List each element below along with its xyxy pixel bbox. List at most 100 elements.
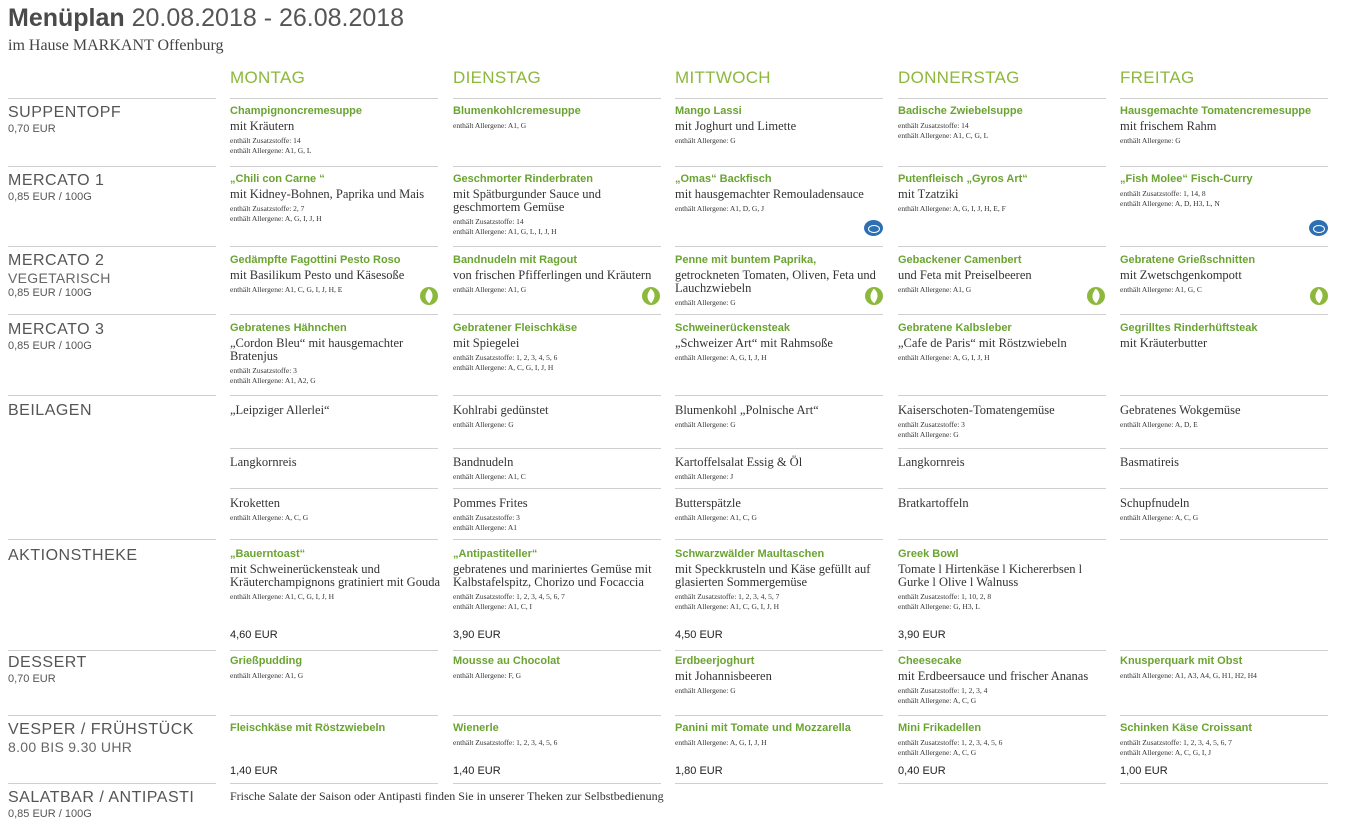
vesper-price: 1,40 EUR <box>453 765 501 777</box>
row-name: DESSERT <box>8 654 87 671</box>
day-header-3: DONNERSTAG <box>898 68 1020 87</box>
divider-line <box>453 539 661 540</box>
dish-description: mit Speckkrusteln und Käse gefüllt auf g… <box>675 562 871 589</box>
divider-line <box>898 783 1106 784</box>
dish-name: „Bauerntoast“ <box>230 548 306 560</box>
dish-note: enthält Allergene: A1, C, G, L <box>898 131 989 140</box>
dish-description: mit Spätburgunder Sauce und geschmortem … <box>453 187 602 214</box>
side-dish-cell: Langkornreis <box>898 454 1110 469</box>
divider-line <box>675 395 883 396</box>
dish-note: enthält Allergene: A1, D, G, J <box>675 204 765 213</box>
divider-line <box>675 488 883 489</box>
dish-note: enthält Zusatzstoffe: 1, 14, 8 <box>1120 189 1206 198</box>
suppentopf-cell-3: Badische Zwiebelsuppe enthält Zusatzstoff… <box>898 104 1110 141</box>
suppentopf-cell-1: Blumenkohlcremesuppe enthält Allergene: A… <box>453 104 665 131</box>
dish-name: Gebratenes Hähnchen <box>230 322 347 334</box>
divider-line <box>230 395 438 396</box>
dish-name: Panini mit Tomate und Mozzarella <box>675 722 851 734</box>
dish-note: enthält Allergene: A, C, G <box>898 696 977 705</box>
dish-note: enthält Allergene: G <box>1120 136 1181 145</box>
dish-name: Greek Bowl <box>898 548 959 560</box>
vesper-price: 1,80 EUR <box>675 765 723 777</box>
day-header-4: FREITAG <box>1120 68 1195 87</box>
dish-description: mit Erdbeersauce und frischer Ananas <box>898 669 1089 683</box>
dish-description: Tomate l Hirtenkäse l Kichererbsen l Gur… <box>898 562 1083 589</box>
divider-line <box>1120 246 1328 247</box>
divider-line <box>8 715 216 716</box>
dish-description: Blumenkohl „Polnische Art“ <box>675 403 819 417</box>
leaf-icon <box>1310 287 1328 305</box>
mercato3-cell-0: Gebratenes Hähnchen „Cordon Bleu“ mit hau… <box>230 321 442 386</box>
side-dish-cell: Butterspätzle enthält Allergene: A1, C, G <box>675 495 887 523</box>
dish-note: enthält Zusatzstoffe: 14 <box>898 121 969 130</box>
row-label-dessert: DESSERT 0,70 EUR <box>8 654 87 685</box>
dish-name: „Fish Molee“ Fisch-Curry <box>1120 173 1253 185</box>
vesper-cell-2: Panini mit Tomate und Mozzarella enthält … <box>675 721 887 748</box>
divider-line <box>675 650 883 651</box>
divider-line <box>8 539 216 540</box>
dish-name: Schinken Käse Croissant <box>1120 722 1253 734</box>
divider-line <box>898 488 1106 489</box>
vesper-price: 1,00 EUR <box>1120 765 1168 777</box>
dish-description: mit hausgemachter Remouladensauce <box>675 187 864 201</box>
dish-note: enthält Zusatzstoffe: 14 <box>453 217 524 226</box>
dish-name: „Omas“ Backfisch <box>675 173 772 185</box>
dish-name: Hausgemachte Tomatencremesuppe <box>1120 105 1312 117</box>
row-label-vesper: VESPER / FRÜHSTÜCK 8.00 BIS 9.30 UHR <box>8 721 194 755</box>
dish-name: „Antipastiteller“ <box>453 548 538 560</box>
leaf-icon <box>865 287 883 305</box>
dish-note: enthält Allergene: A1, C, G, I, J, H <box>675 602 780 611</box>
row-label-beilagen: BEILAGEN <box>8 402 92 420</box>
divider-line <box>453 488 661 489</box>
divider-line <box>8 783 216 784</box>
divider-line <box>898 166 1106 167</box>
dish-name: Badische Zwiebelsuppe <box>898 105 1023 117</box>
divider-line <box>898 395 1106 396</box>
menu-title: Menüplan 20.08.2018 - 26.08.2018 <box>8 4 404 33</box>
dish-description: mit Basilikum Pesto und Käsesoße <box>230 268 405 282</box>
divider-line <box>675 166 883 167</box>
divider-line <box>453 395 661 396</box>
divider-line <box>675 314 883 315</box>
dish-name: Gebratene Grießschnitten <box>1120 254 1256 266</box>
dish-name: Gedämpfte Fagottini Pesto Roso <box>230 254 401 266</box>
side-dish-cell: Pommes Frites enthält Zusatzstoffe: 3 enth… <box>453 495 665 533</box>
row-price: 0,85 EUR / 100G <box>8 808 92 820</box>
divider-line <box>8 98 216 99</box>
divider-line <box>1120 650 1328 651</box>
divider-line <box>453 246 661 247</box>
side-dish-cell: Basmatireis <box>1120 454 1332 469</box>
dish-note: enthält Zusatzstoffe: 1, 2, 3, 4, 5, 6, … <box>1120 738 1232 747</box>
dish-note: enthält Allergene: A, C, G, I, J, H <box>453 363 554 372</box>
divider-line <box>8 166 216 167</box>
dish-description: mit Schweinerückensteak und Kräuterchamp… <box>230 562 441 589</box>
dish-name: Cheesecake <box>898 655 962 667</box>
aktion-cell-3: Greek Bowl Tomate l Hirtenkäse l Kicherer… <box>898 547 1110 612</box>
divider-line <box>8 650 216 651</box>
suppentopf-cell-0: Champignoncremesuppe mit Kräutern enthält … <box>230 104 442 156</box>
dish-description: Kaiserschoten-Tomatengemüse <box>898 403 1055 417</box>
aktion-price: 3,90 EUR <box>453 629 501 641</box>
dish-name: Knusperquark mit Obst <box>1120 655 1243 667</box>
dish-name: Blumenkohlcremesuppe <box>453 105 581 117</box>
dish-note: enthält Allergene: G <box>675 420 736 429</box>
dish-description: „Cafe de Paris“ mit Röstzwiebeln <box>898 336 1067 350</box>
dish-name: Schwarzwälder Maultaschen <box>675 548 825 560</box>
aktion-cell-0: „Bauerntoast“ mit Schweinerückensteak und… <box>230 547 442 602</box>
title-text: Menüplan <box>8 4 125 32</box>
dish-note: enthält Allergene: A1, G <box>230 671 304 680</box>
dish-description: und Feta mit Preiselbeeren <box>898 268 1032 282</box>
side-dish-cell: Schupfnudeln enthält Allergene: A, C, G <box>1120 495 1332 523</box>
dish-note: enthält Zusatzstoffe: 3 <box>230 366 297 375</box>
divider-line <box>453 650 661 651</box>
dish-note: enthält Zusatzstoffe: 1, 10, 2, 8 <box>898 592 992 601</box>
side-dish-cell: Kartoffelsalat Essig & Öl enthält Allerge… <box>675 454 887 482</box>
side-dish-cell: Langkornreis <box>230 454 442 469</box>
dish-name: Gebackener Camenbert <box>898 254 1022 266</box>
divider-line <box>1120 98 1328 99</box>
dish-note: enthält Zusatzstoffe: 3 <box>453 513 520 522</box>
dish-name: Fleischkäse mit Röstzwiebeln <box>230 722 386 734</box>
dish-note: enthält Allergene: A1, G, L, I, J, H <box>453 227 557 236</box>
divider-line <box>230 488 438 489</box>
dish-description: Kroketten <box>230 496 280 510</box>
